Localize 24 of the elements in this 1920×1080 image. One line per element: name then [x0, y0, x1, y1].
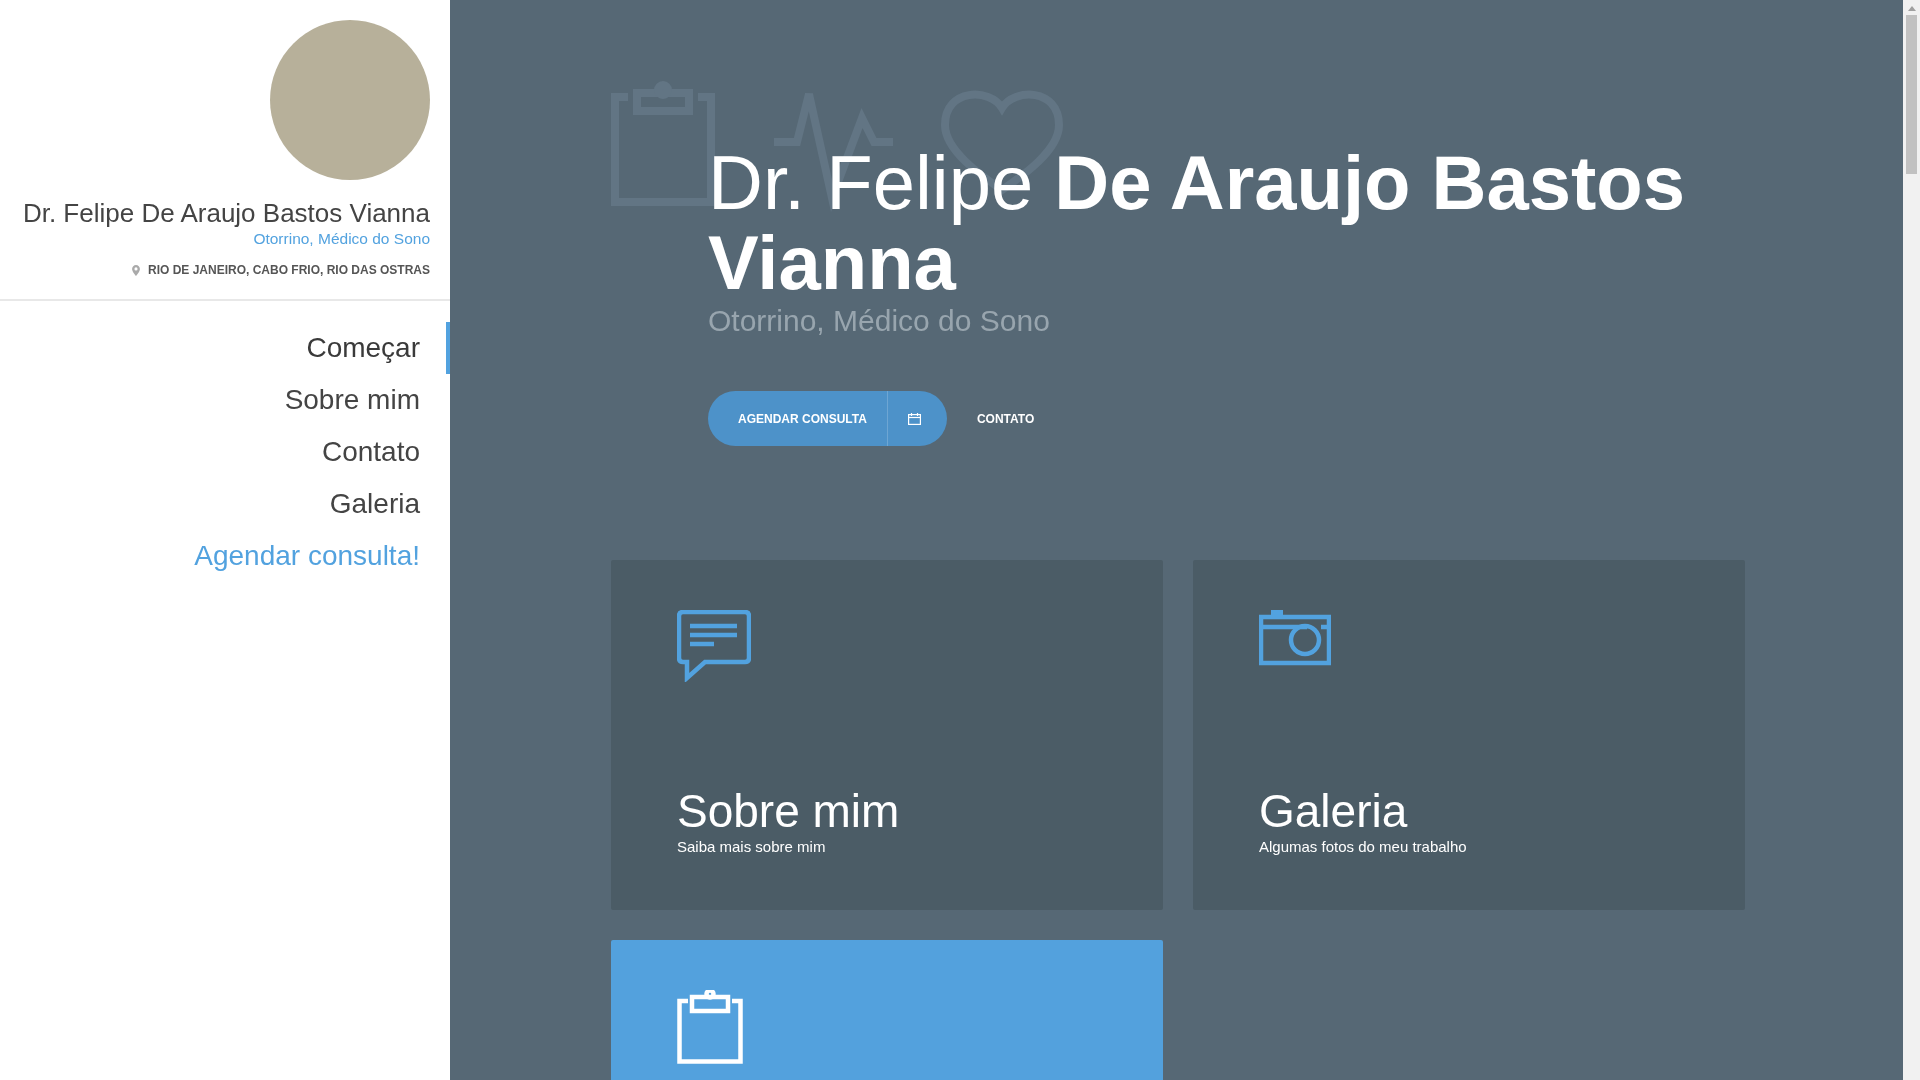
calendar-icon [907, 412, 921, 425]
camera-icon [1259, 610, 1331, 666]
scroll-up-arrow-icon[interactable] [1907, 6, 1916, 11]
nav-link[interactable]: Galeria [0, 478, 450, 530]
location-pin-icon [131, 264, 140, 276]
speech-bubble-icon [677, 610, 751, 682]
card-title: Sobre mim [677, 785, 900, 837]
nav-link[interactable]: Sobre mim [0, 374, 450, 426]
scrollbar[interactable] [1903, 0, 1920, 1080]
card-panel[interactable]: Galeria Algumas fotos do meu trabalho [1193, 560, 1745, 910]
scrollbar-thumb[interactable] [1906, 15, 1917, 174]
doctor-name: Dr. Felipe De Araujo Bastos Vianna [22, 198, 430, 228]
nav-link[interactable]: Contato [0, 426, 450, 478]
location-text: RIO DE JANEIRO, CABO FRIO, RIO DAS OSTRAS [147, 263, 430, 277]
card-title: Galeria [1259, 785, 1408, 837]
clipboard-icon [677, 990, 743, 1064]
nav-link[interactable]: Começar [0, 322, 450, 374]
contact-link[interactable]: CONTATO [976, 411, 1035, 426]
hero-subtitle: Otorrino, Médico do Sono [708, 303, 1051, 339]
card-panel[interactable]: Sobre mim Saiba mais sobre mim [611, 560, 1163, 910]
specialty-text: Otorrino, Médico do Sono [253, 229, 430, 249]
card-subtitle: Saiba mais sobre mim [677, 837, 826, 857]
card-subtitle: Algumas fotos do meu trabalho [1259, 837, 1467, 857]
hero-title: Dr. Felipe De Araujo Bastos Vianna [708, 143, 1687, 303]
